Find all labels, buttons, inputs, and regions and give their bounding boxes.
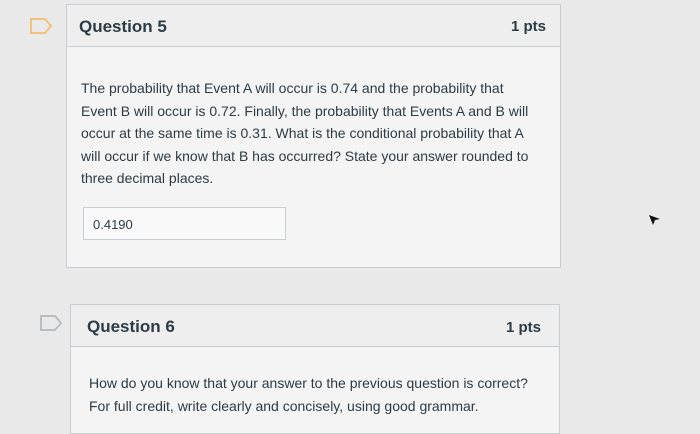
- question-5-card: Question 5 1 pts The probability that Ev…: [66, 4, 561, 268]
- answer-input[interactable]: 0.4190: [83, 207, 286, 240]
- question-5-points: 1 pts: [510, 18, 546, 35]
- question-6-card: Question 6 1 pts How do you know that yo…: [70, 304, 560, 434]
- bookmark-flag-icon[interactable]: [30, 18, 52, 34]
- question-6-header: Question 6 1 pts: [71, 305, 559, 347]
- question-5-text: The probability that Event A will occur …: [81, 80, 529, 186]
- question-6-points: 1 pts: [505, 319, 541, 336]
- question-5-header: Question 5 1 pts: [67, 5, 560, 47]
- question-6-text: How do you know that your answer to the …: [89, 375, 528, 414]
- bookmark-flag-icon[interactable]: [40, 315, 62, 331]
- question-6-title: Question 6: [87, 317, 175, 336]
- answer-value: 0.4190: [93, 217, 133, 232]
- mouse-pointer-icon: [649, 215, 660, 225]
- question-5-title: Question 5: [79, 17, 167, 36]
